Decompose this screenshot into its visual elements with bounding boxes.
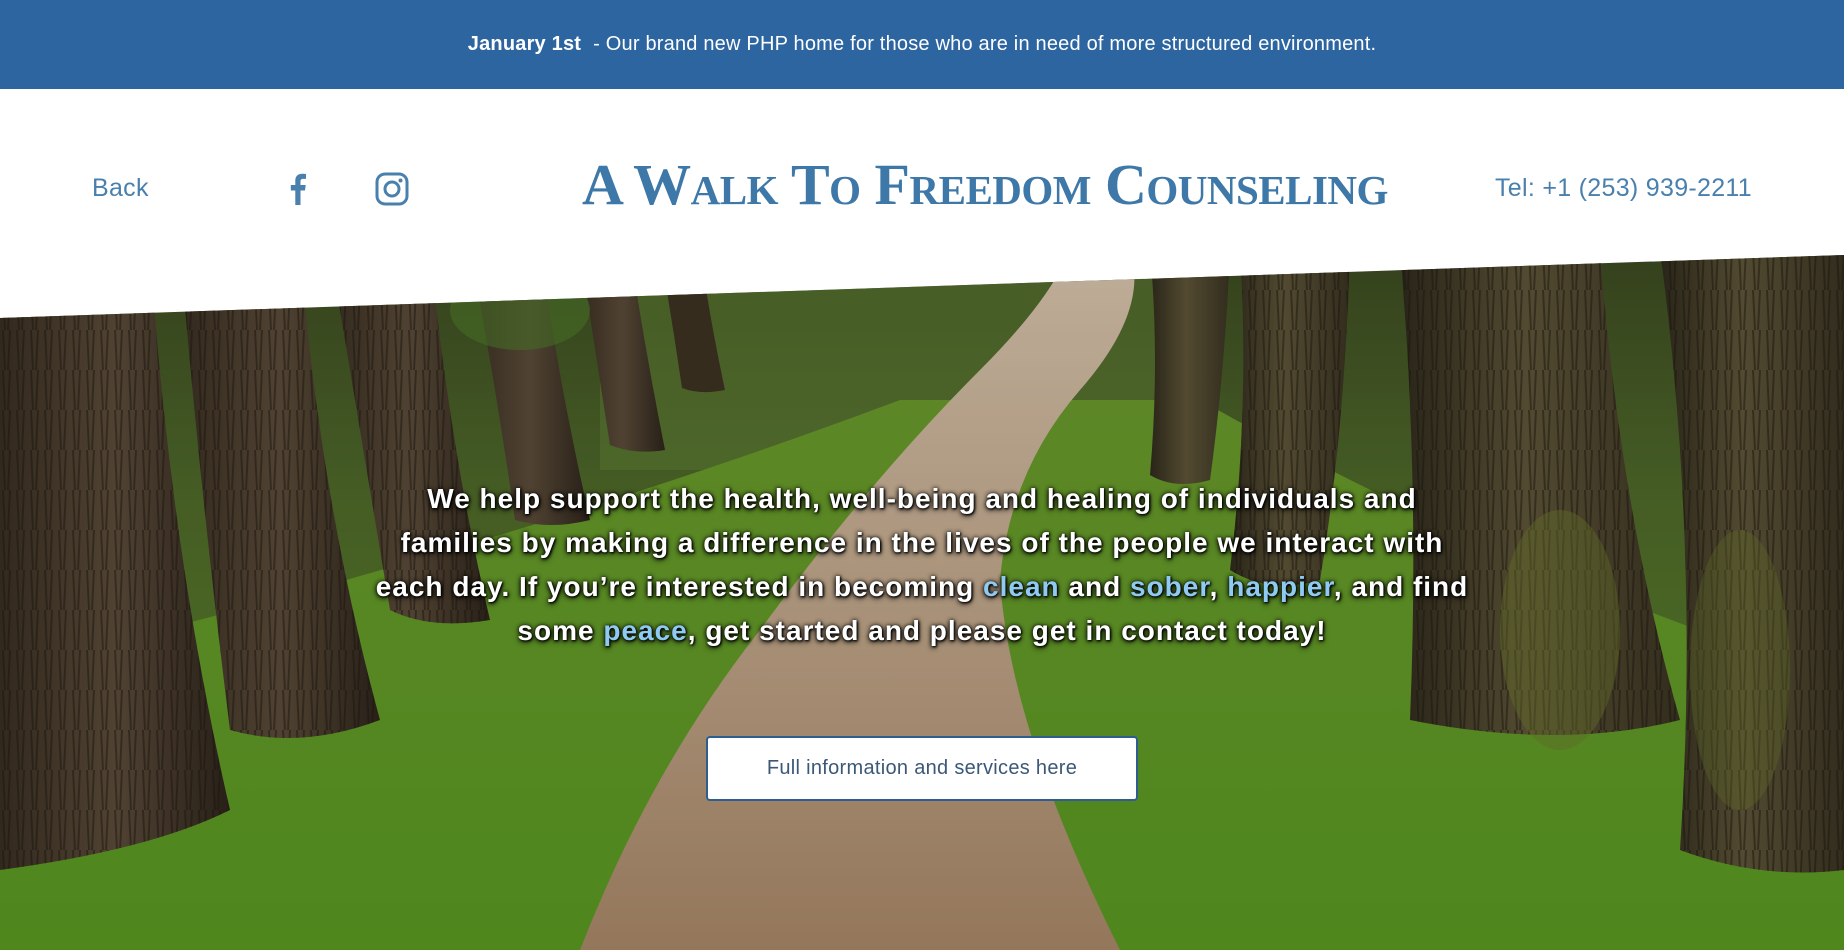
highlight-clean: clean [983, 571, 1060, 602]
highlight-sober: sober [1129, 571, 1210, 602]
announcement-date: January 1st [467, 33, 582, 55]
highlight-happier: happier [1227, 571, 1334, 602]
announcement-bar: January 1st - Our brand new PHP home for… [0, 0, 1844, 89]
site-header: Back A Walk To Freedom Counseling Tel: +… [0, 89, 1844, 289]
hero-text-part: , get started and please get in contact … [687, 615, 1327, 646]
highlight-peace: peace [603, 615, 688, 646]
announcement-message: - Our brand new PHP home for those who a… [593, 33, 1377, 55]
phone-number[interactable]: Tel: +1 (253) 939-2211 [1495, 174, 1752, 203]
full-information-button[interactable]: Full information and services here [706, 736, 1138, 801]
hero-text-part: , [1209, 571, 1228, 602]
hero-section: We help support the health, well-being a… [0, 255, 1844, 950]
hero-text-part: and [1059, 571, 1130, 602]
hero-message: We help support the health, well-being a… [372, 477, 1472, 653]
